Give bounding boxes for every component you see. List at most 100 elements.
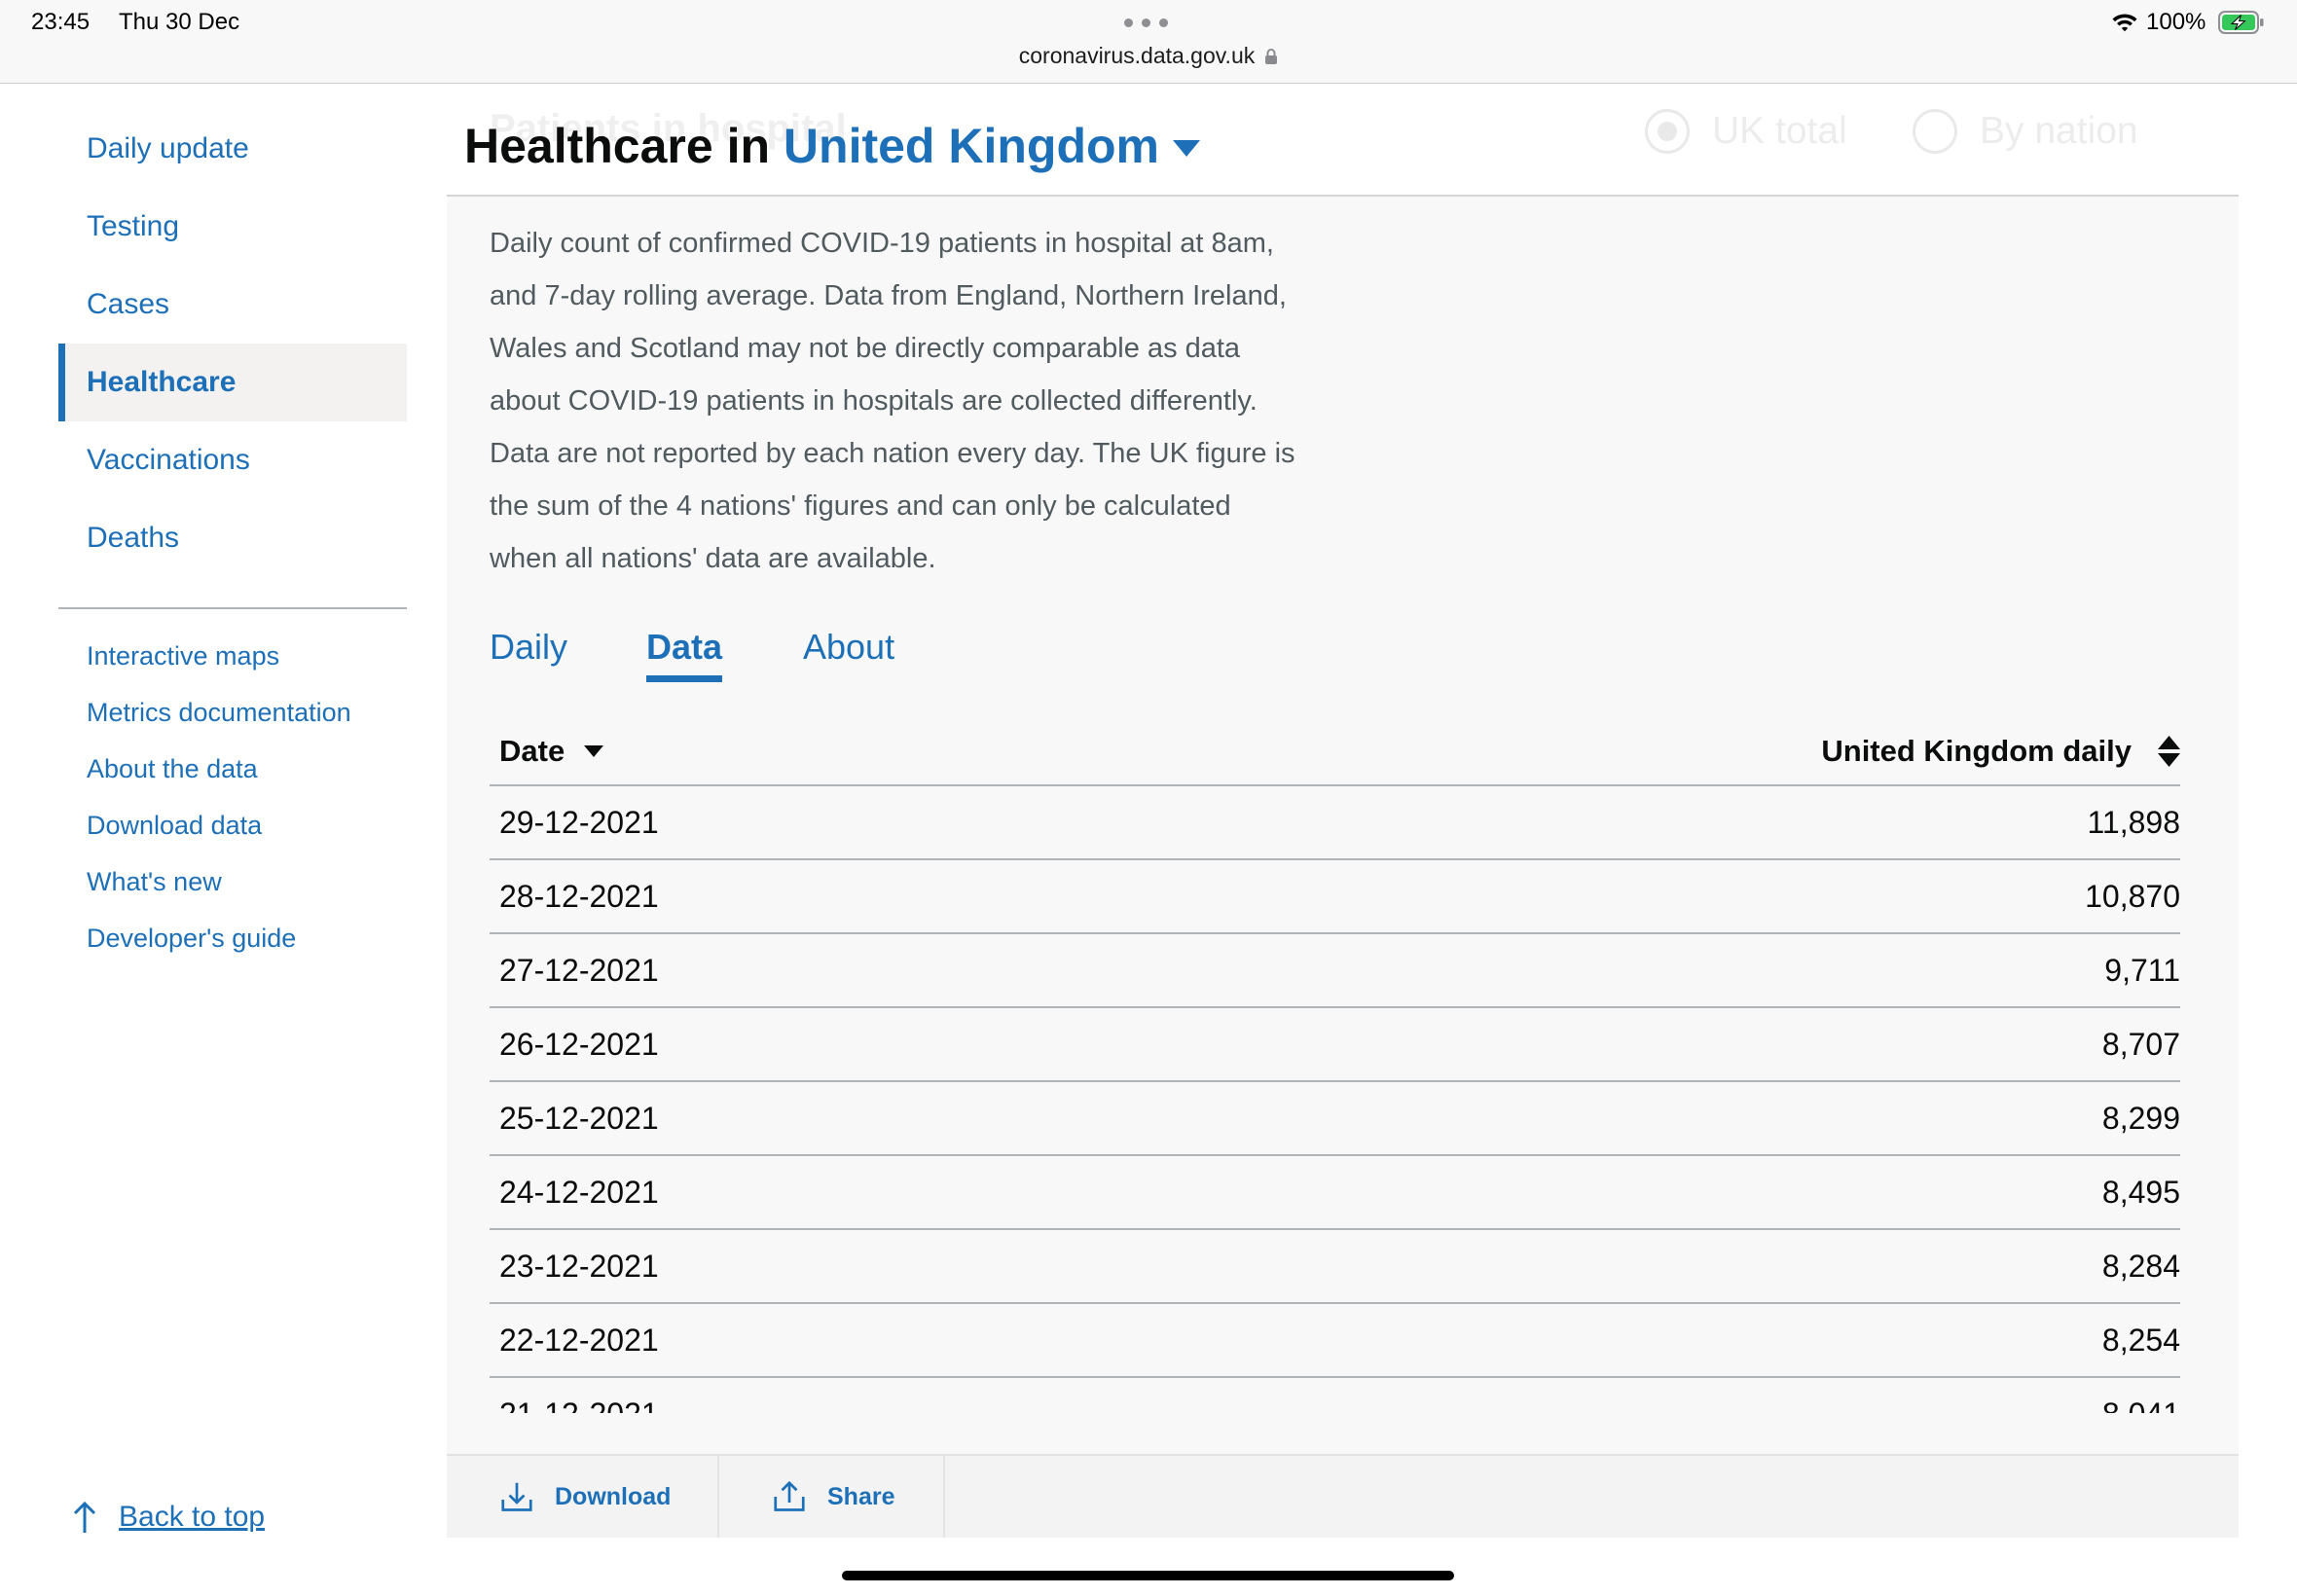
lock-icon: [1265, 49, 1278, 64]
value-cell: 8,495: [2101, 1174, 2180, 1210]
home-indicator[interactable]: [842, 1571, 1454, 1580]
table-row: 29-12-2021 11,898: [490, 786, 2180, 860]
area-selector[interactable]: United Kingdom: [784, 119, 1200, 173]
more-dots-icon[interactable]: [1124, 18, 1168, 27]
secondary-nav: Interactive maps Metrics documentation A…: [58, 628, 407, 966]
table-header: Date United Kingdom daily: [490, 717, 2180, 786]
date-cell: 22-12-2021: [499, 1322, 659, 1358]
metric-card: Daily count of confirmed COVID-19 patien…: [447, 197, 2239, 1538]
card-description: Daily count of confirmed COVID-19 patien…: [490, 217, 1295, 585]
link-about-the-data[interactable]: About the data: [58, 741, 407, 797]
description-line: about COVID-19 patients in hospitals are…: [490, 385, 1258, 417]
table-row: 24-12-2021 8,495: [490, 1156, 2180, 1230]
link-developers-guide[interactable]: Developer's guide: [58, 910, 407, 966]
share-icon: [774, 1480, 805, 1511]
table-row: 25-12-2021 8,299: [490, 1082, 2180, 1156]
card-actions: Download Share: [447, 1454, 2239, 1538]
sidebar-item-testing[interactable]: Testing: [58, 188, 407, 266]
date-cell: 29-12-2021: [499, 804, 659, 840]
tab-about[interactable]: About: [803, 623, 894, 671]
url-text: coronavirus.data.gov.uk: [1018, 43, 1256, 68]
sidebar-item-deaths[interactable]: Deaths: [58, 499, 407, 577]
link-download-data[interactable]: Download data: [58, 797, 407, 853]
description-line: Daily count of confirmed COVID-19 patien…: [490, 228, 1274, 259]
table-row: 21-12-2021 8,041: [490, 1378, 2180, 1414]
page-header: Patients in hospital UK total By nation …: [447, 84, 2239, 197]
sort-icon: [2158, 735, 2180, 767]
radio-label: By nation: [1980, 110, 2138, 152]
sidebar-item-healthcare[interactable]: Healthcare: [58, 344, 407, 421]
value-cell: 8,707: [2101, 1026, 2180, 1062]
back-to-top-link[interactable]: Back to top: [73, 1497, 265, 1538]
description-line: Wales and Scotland may not be directly c…: [490, 333, 1241, 364]
caret-down-icon: [584, 744, 604, 757]
wifi-icon: [2112, 14, 2137, 32]
value-cell: 10,870: [2085, 878, 2180, 914]
area-name: United Kingdom: [783, 119, 1159, 173]
status-time: 23:45: [31, 9, 91, 35]
share-label: Share: [827, 1482, 895, 1510]
description-line: the sum of the 4 nations' figures and ca…: [490, 490, 1231, 522]
dot: [1124, 18, 1133, 27]
table-row: 26-12-2021 8,707: [490, 1008, 2180, 1082]
battery-percentage: 100%: [2146, 9, 2206, 35]
download-icon: [501, 1482, 532, 1511]
battery-charging-icon: [2218, 11, 2264, 34]
date-cell: 27-12-2021: [499, 952, 659, 988]
status-date: Thu 30 Dec: [119, 9, 240, 35]
dot: [1142, 18, 1150, 27]
radio-circle: [1913, 109, 1957, 154]
value-cell: 9,711: [2104, 952, 2180, 988]
dot: [1159, 18, 1168, 27]
date-cell: 25-12-2021: [499, 1100, 659, 1136]
data-table[interactable]: Date United Kingdom daily 29-12-2021 11,8…: [490, 717, 2180, 1413]
share-button[interactable]: Share: [719, 1456, 945, 1538]
date-cell: 23-12-2021: [499, 1248, 659, 1284]
date-cell: 21-12-2021: [490, 1396, 659, 1414]
date-cell: 24-12-2021: [499, 1174, 659, 1210]
link-metrics-documentation[interactable]: Metrics documentation: [58, 684, 407, 741]
value-cell: 11,898: [2087, 804, 2181, 840]
status-bar: 23:45 Thu 30 Dec coronavirus.data.gov.uk…: [0, 0, 2297, 84]
primary-nav: Daily update Testing Cases Healthcare Va…: [58, 110, 407, 577]
table-row: 28-12-2021 10,870: [490, 860, 2180, 934]
sidebar-item-cases[interactable]: Cases: [58, 266, 407, 344]
download-label: Download: [555, 1482, 672, 1510]
table-row: 23-12-2021 8,284: [490, 1230, 2180, 1304]
value-cell: 8,041: [2102, 1396, 2180, 1414]
description-line: when all nations' data are available.: [490, 543, 936, 574]
date-cell: 26-12-2021: [499, 1026, 659, 1062]
description-line: and 7-day rolling average. Data from Eng…: [490, 280, 1287, 311]
date-cell: 28-12-2021: [499, 878, 659, 914]
title-prefix: Healthcare in: [464, 119, 771, 173]
sidebar-item-vaccinations[interactable]: Vaccinations: [58, 421, 407, 499]
tab-daily[interactable]: Daily: [490, 623, 567, 671]
value-cell: 8,254: [2101, 1322, 2180, 1358]
address-bar[interactable]: coronavirus.data.gov.uk: [0, 42, 2297, 69]
caret-down-icon: [1172, 140, 1200, 157]
radio-by-nation: By nation: [1913, 108, 2138, 155]
sidebar-divider: [58, 607, 407, 609]
link-whats-new[interactable]: What's new: [58, 853, 407, 910]
arrow-up-icon: [73, 1501, 96, 1533]
link-interactive-maps[interactable]: Interactive maps: [58, 628, 407, 684]
back-to-top-label: Back to top: [119, 1501, 266, 1533]
radio-circle: [1645, 109, 1690, 154]
table-row: 27-12-2021 9,711: [490, 934, 2180, 1008]
radio-label: UK total: [1712, 110, 1847, 152]
column-header-uk-daily[interactable]: United Kingdom daily: [1821, 734, 2180, 769]
radio-uk-total: UK total: [1645, 108, 1847, 155]
value-cell: 8,284: [2101, 1248, 2180, 1284]
description-line: Data are not reported by each nation eve…: [490, 438, 1295, 469]
sidebar-item-daily-update[interactable]: Daily update: [58, 110, 407, 188]
table-row: 22-12-2021 8,254: [490, 1304, 2180, 1378]
card-tabs: Daily Data About: [447, 623, 1031, 683]
download-button[interactable]: Download: [447, 1456, 719, 1538]
column-header-date[interactable]: Date: [490, 733, 604, 769]
radio-dot: [1658, 122, 1677, 141]
tab-data[interactable]: Data: [646, 623, 723, 682]
page-title: Healthcare in United Kingdom: [464, 117, 1200, 175]
column-label: United Kingdom daily: [1821, 733, 2132, 768]
column-label: Date: [499, 733, 565, 768]
value-cell: 8,299: [2101, 1100, 2180, 1136]
